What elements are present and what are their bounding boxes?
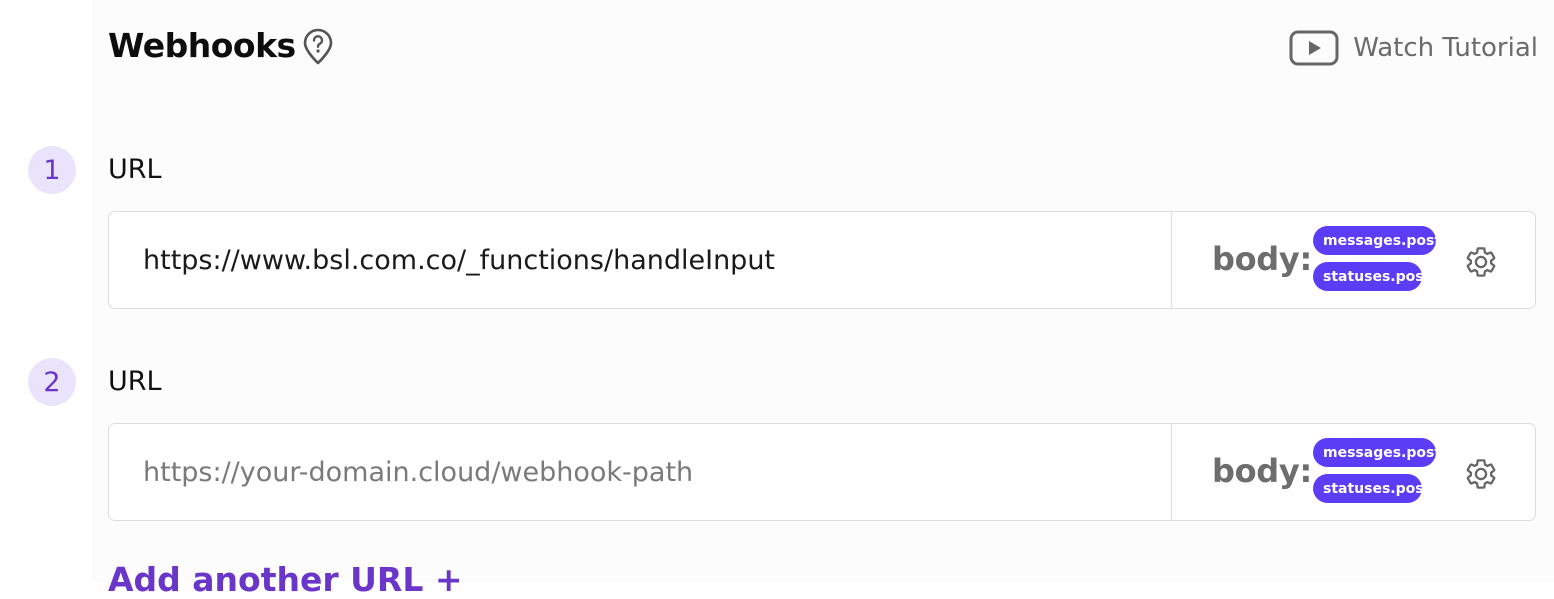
gear-icon[interactable] — [1464, 457, 1498, 491]
url-input-1[interactable] — [109, 212, 1171, 308]
body-label-2: body: — [1212, 452, 1312, 490]
add-another-url-link[interactable]: Add another URL + — [108, 560, 463, 599]
body-events-cell-1: body: messages.post statuses.post — [1171, 212, 1535, 308]
watch-tutorial-button[interactable]: Watch Tutorial — [1289, 30, 1538, 66]
watch-tutorial-label: Watch Tutorial — [1353, 33, 1538, 63]
event-pill-messages-post: messages.post — [1313, 226, 1441, 255]
step-number-2: 2 — [28, 358, 76, 406]
help-pin-icon[interactable] — [300, 28, 336, 66]
url-label-1: URL — [108, 154, 162, 185]
step-number-1: 1 — [28, 146, 76, 194]
play-video-icon — [1289, 30, 1339, 66]
body-events-cell-2: body: messages.post statuses.post — [1171, 424, 1535, 520]
url-input-2[interactable] — [109, 424, 1171, 520]
webhook-row-1: body: messages.post statuses.post — [108, 211, 1536, 309]
event-pill-messages-post: messages.post — [1313, 438, 1441, 467]
body-label-1: body: — [1212, 240, 1312, 278]
url-label-2: URL — [108, 366, 162, 397]
event-pill-statuses-post: statuses.post — [1313, 474, 1430, 503]
webhook-row-2: body: messages.post statuses.post — [108, 423, 1536, 521]
gear-icon[interactable] — [1464, 245, 1498, 279]
event-pill-statuses-post: statuses.post — [1313, 262, 1430, 291]
page-title: Webhooks — [108, 26, 296, 65]
